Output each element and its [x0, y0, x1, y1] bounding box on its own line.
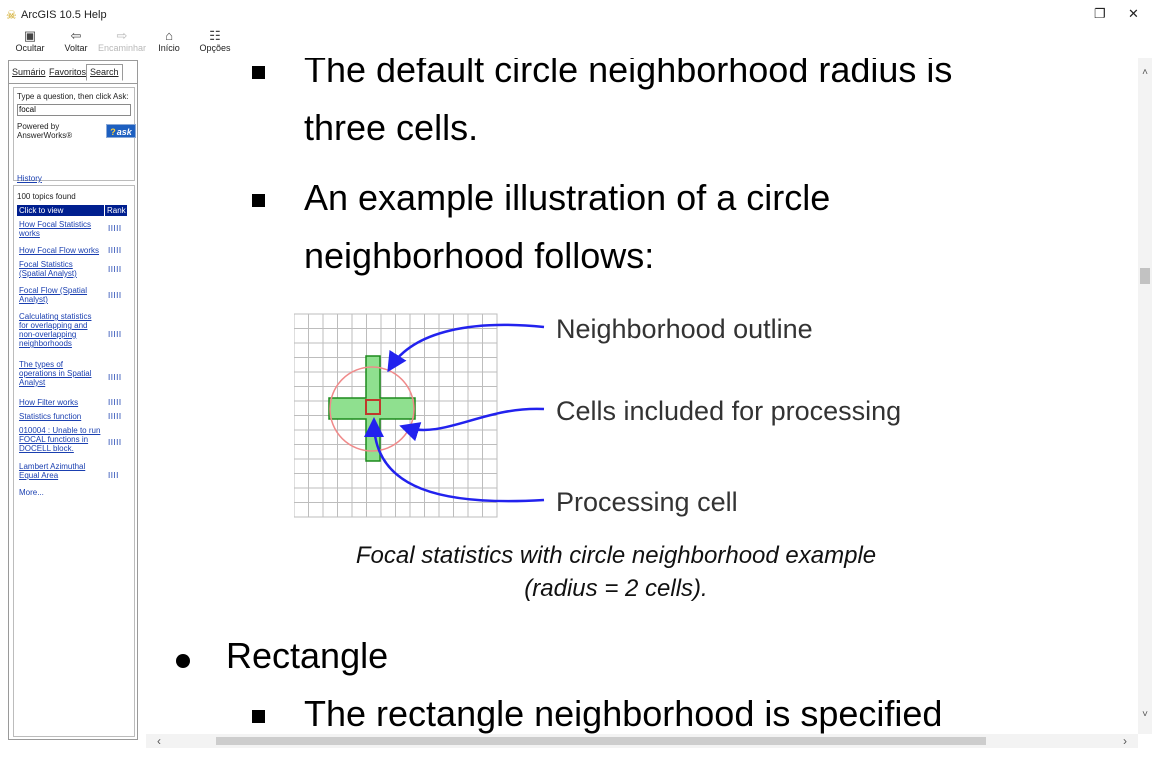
- result-topic-link[interactable]: How Focal Statistics works: [19, 220, 101, 238]
- home-icon: ⌂: [165, 28, 173, 43]
- restore-button[interactable]: ❐: [1094, 6, 1106, 22]
- history-link[interactable]: History: [17, 174, 42, 183]
- ask-button-label: ask: [116, 127, 132, 137]
- window-title: ArcGIS 10.5 Help: [21, 9, 107, 21]
- tab-search[interactable]: Search: [86, 64, 123, 81]
- vertical-scrollbar[interactable]: ˄ ˅: [1138, 58, 1152, 734]
- result-rank: IIIII: [108, 224, 122, 233]
- ask-panel: Type a question, then click Ask: Powered…: [13, 87, 136, 183]
- header-topic[interactable]: Click to view: [19, 205, 63, 216]
- body-line: three cells.: [304, 107, 479, 148]
- result-rank: IIII: [108, 471, 119, 480]
- forward-button[interactable]: ⇨ Encaminhar: [96, 28, 148, 58]
- body-line: The rectangle neighborhood is specified: [304, 693, 943, 734]
- outline-label: Neighborhood outline: [556, 314, 813, 344]
- back-button[interactable]: ⇦ Voltar: [50, 28, 102, 58]
- section-heading: Rectangle: [226, 635, 389, 676]
- home-button-label: Início: [158, 43, 180, 53]
- square-bullet: [252, 66, 265, 79]
- home-button[interactable]: ⌂ Início: [143, 28, 195, 58]
- result-rank: IIIII: [108, 330, 122, 339]
- back-button-label: Voltar: [64, 43, 88, 53]
- scroll-down-icon[interactable]: ˅: [1138, 708, 1152, 722]
- options-icon: ☷: [209, 28, 221, 43]
- close-button[interactable]: ✕: [1128, 6, 1139, 22]
- question-icon: ?: [110, 127, 116, 137]
- round-bullet: [176, 654, 190, 668]
- help-app-icon: ☠: [6, 8, 17, 22]
- result-rank: IIIII: [108, 373, 122, 382]
- options-button[interactable]: ☷ Opções: [189, 28, 241, 58]
- body-line: The default circle neighborhood radius i…: [304, 58, 953, 90]
- tab-favorites[interactable]: Favoritos: [49, 67, 86, 78]
- included-label: Cells included for processing: [556, 396, 901, 426]
- options-button-label: Opções: [199, 43, 231, 53]
- toolbar: ▣ Ocultar ⇦ Voltar ⇨ Encaminhar ⌂ Início…: [0, 28, 1168, 58]
- vertical-scroll-thumb[interactable]: [1140, 268, 1150, 284]
- result-rank: IIIII: [108, 265, 122, 274]
- results-header: Click to view Rank: [17, 205, 127, 216]
- processing-label: Processing cell: [556, 487, 738, 517]
- result-topic-link[interactable]: Calculating statistics for overlapping a…: [19, 312, 101, 348]
- circle-neighborhood-figure: Neighborhood outline Cells included for …: [294, 313, 901, 518]
- search-results: 100 topics found Click to view Rank How …: [13, 185, 135, 737]
- result-topic-link[interactable]: 010004 : Unable to run FOCAL functions i…: [19, 426, 101, 453]
- result-topic-link[interactable]: Focal Statistics (Spatial Analyst): [19, 260, 101, 278]
- navigation-tabs: Sumário Favoritos Search: [9, 61, 137, 84]
- hide-button-label: Ocultar: [15, 43, 45, 53]
- scroll-left-icon[interactable]: ‹: [152, 734, 166, 748]
- result-rank: IIIII: [108, 438, 122, 447]
- result-rank: IIIII: [108, 398, 122, 407]
- body-line: neighborhood follows:: [304, 235, 655, 276]
- result-topic-link[interactable]: Statistics function: [19, 412, 101, 421]
- ask-button[interactable]: ?ask: [106, 124, 136, 138]
- search-input[interactable]: [17, 104, 131, 116]
- result-rank: IIIII: [108, 291, 122, 300]
- tab-contents[interactable]: Sumário: [12, 67, 46, 78]
- results-count: 100 topics found: [17, 192, 76, 201]
- horizontal-scroll-thumb[interactable]: [216, 737, 986, 745]
- result-topic-link[interactable]: The types of operations in Spatial Analy…: [19, 360, 101, 387]
- square-bullet: [252, 194, 265, 207]
- scroll-right-icon[interactable]: ›: [1118, 734, 1132, 748]
- header-rank[interactable]: Rank: [104, 205, 126, 216]
- help-content: The default circle neighborhood radius i…: [146, 58, 1138, 734]
- powered-by-text: Powered by AnswerWorks®: [17, 122, 73, 140]
- figure-caption: (radius = 2 cells).: [524, 575, 708, 602]
- square-bullet: [252, 710, 265, 723]
- result-rank: IIIII: [108, 412, 122, 421]
- forward-arrow-icon: ⇨: [116, 28, 128, 43]
- result-topic-link[interactable]: How Focal Flow works: [19, 246, 101, 255]
- figure-caption: Focal statistics with circle neighborhoo…: [355, 542, 877, 569]
- result-topic-link[interactable]: How Filter works: [19, 398, 101, 407]
- forward-button-label: Encaminhar: [97, 43, 147, 53]
- result-topic-link[interactable]: Focal Flow (Spatial Analyst): [19, 286, 101, 304]
- body-line: An example illustration of a circle: [304, 177, 831, 218]
- more-results-link[interactable]: More...: [19, 488, 44, 497]
- hide-pane-icon: ▣: [23, 28, 37, 43]
- scroll-up-icon[interactable]: ˄: [1138, 66, 1152, 80]
- result-topic-link[interactable]: Lambert Azimuthal Equal Area: [19, 462, 101, 480]
- navigation-pane: Sumário Favoritos Search Type a question…: [8, 60, 138, 740]
- title-bar: ☠ ArcGIS 10.5 Help ❐ ✕: [0, 0, 1168, 28]
- hide-button[interactable]: ▣ Ocultar: [4, 28, 56, 58]
- ask-prompt: Type a question, then click Ask:: [17, 92, 129, 101]
- back-arrow-icon: ⇦: [70, 28, 82, 43]
- result-rank: IIIII: [108, 246, 122, 255]
- horizontal-scrollbar[interactable]: ‹ ›: [146, 734, 1138, 748]
